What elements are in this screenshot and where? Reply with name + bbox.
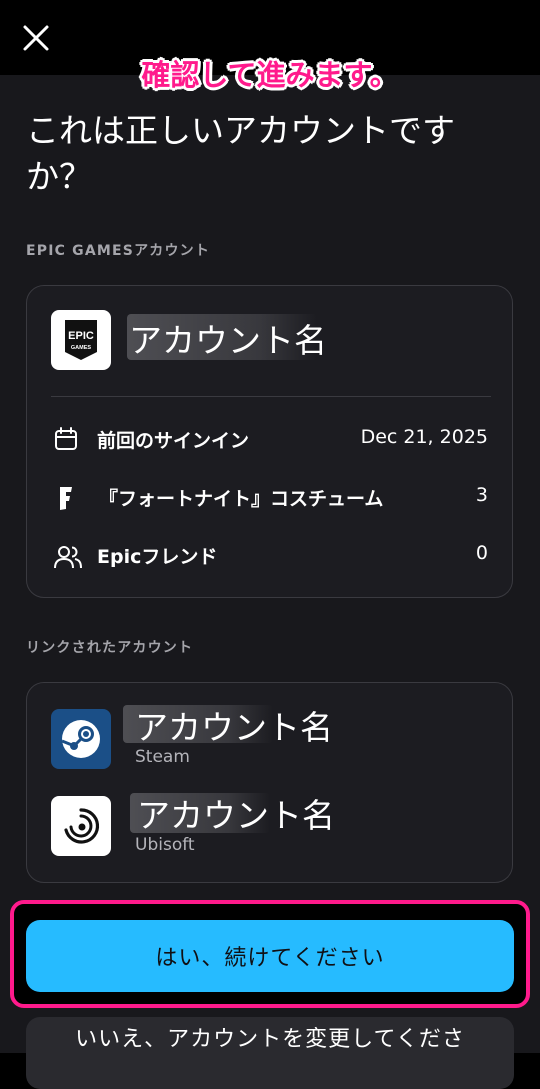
last-signin-value: Dec 21, 2025 [360,426,488,448]
epic-games-logo-icon: EPIC GAMES [65,320,97,360]
page-title: これは正しいアカウントですか？ [26,111,455,196]
svg-text:EPIC: EPIC [68,330,94,342]
last-signin-label: 前回のサインイン [97,430,250,452]
epic-account-card: EPIC GAMES アカウント名 前回のサインイン Dec 21, 2025 … [26,285,513,598]
epic-account-name: アカウント名 [129,321,327,360]
epic-games-logo: EPIC GAMES [51,310,111,370]
steam-icon [61,720,100,758]
steam-platform-label: Steam [135,747,190,767]
fortnite-icon [60,487,72,510]
ubisoft-icon [64,808,100,844]
linked-accounts-card: アカウント名 Steam アカウント名 Ubisoft [26,682,513,883]
ubisoft-platform-label: Ubisoft [135,835,195,855]
close-button[interactable] [18,20,54,56]
costume-label: 『フォートナイト』コスチューム [99,488,384,510]
friends-label: Epicフレンド [97,546,218,568]
ubisoft-logo [51,796,111,856]
change-account-button[interactable]: いいえ、アカウントを変更してくださ [26,1017,514,1089]
confirm-continue-button[interactable]: はい、続けてください [26,920,514,992]
close-icon [23,25,49,51]
epic-section-label: EPIC GAMESアカウント [26,243,211,259]
steam-account-name: アカウント名 [135,708,333,747]
calendar-icon [55,427,77,450]
costume-count: 3 [475,484,488,506]
ubisoft-account-name: アカウント名 [137,796,335,835]
friends-icon [54,546,82,569]
card-divider [51,396,491,397]
annotation-text: 確認して進みます。 [141,58,399,92]
friends-count: 0 [475,542,488,564]
linked-section-label: リンクされたアカウント [26,640,194,656]
svg-text:GAMES: GAMES [71,345,92,351]
steam-logo [51,709,111,769]
